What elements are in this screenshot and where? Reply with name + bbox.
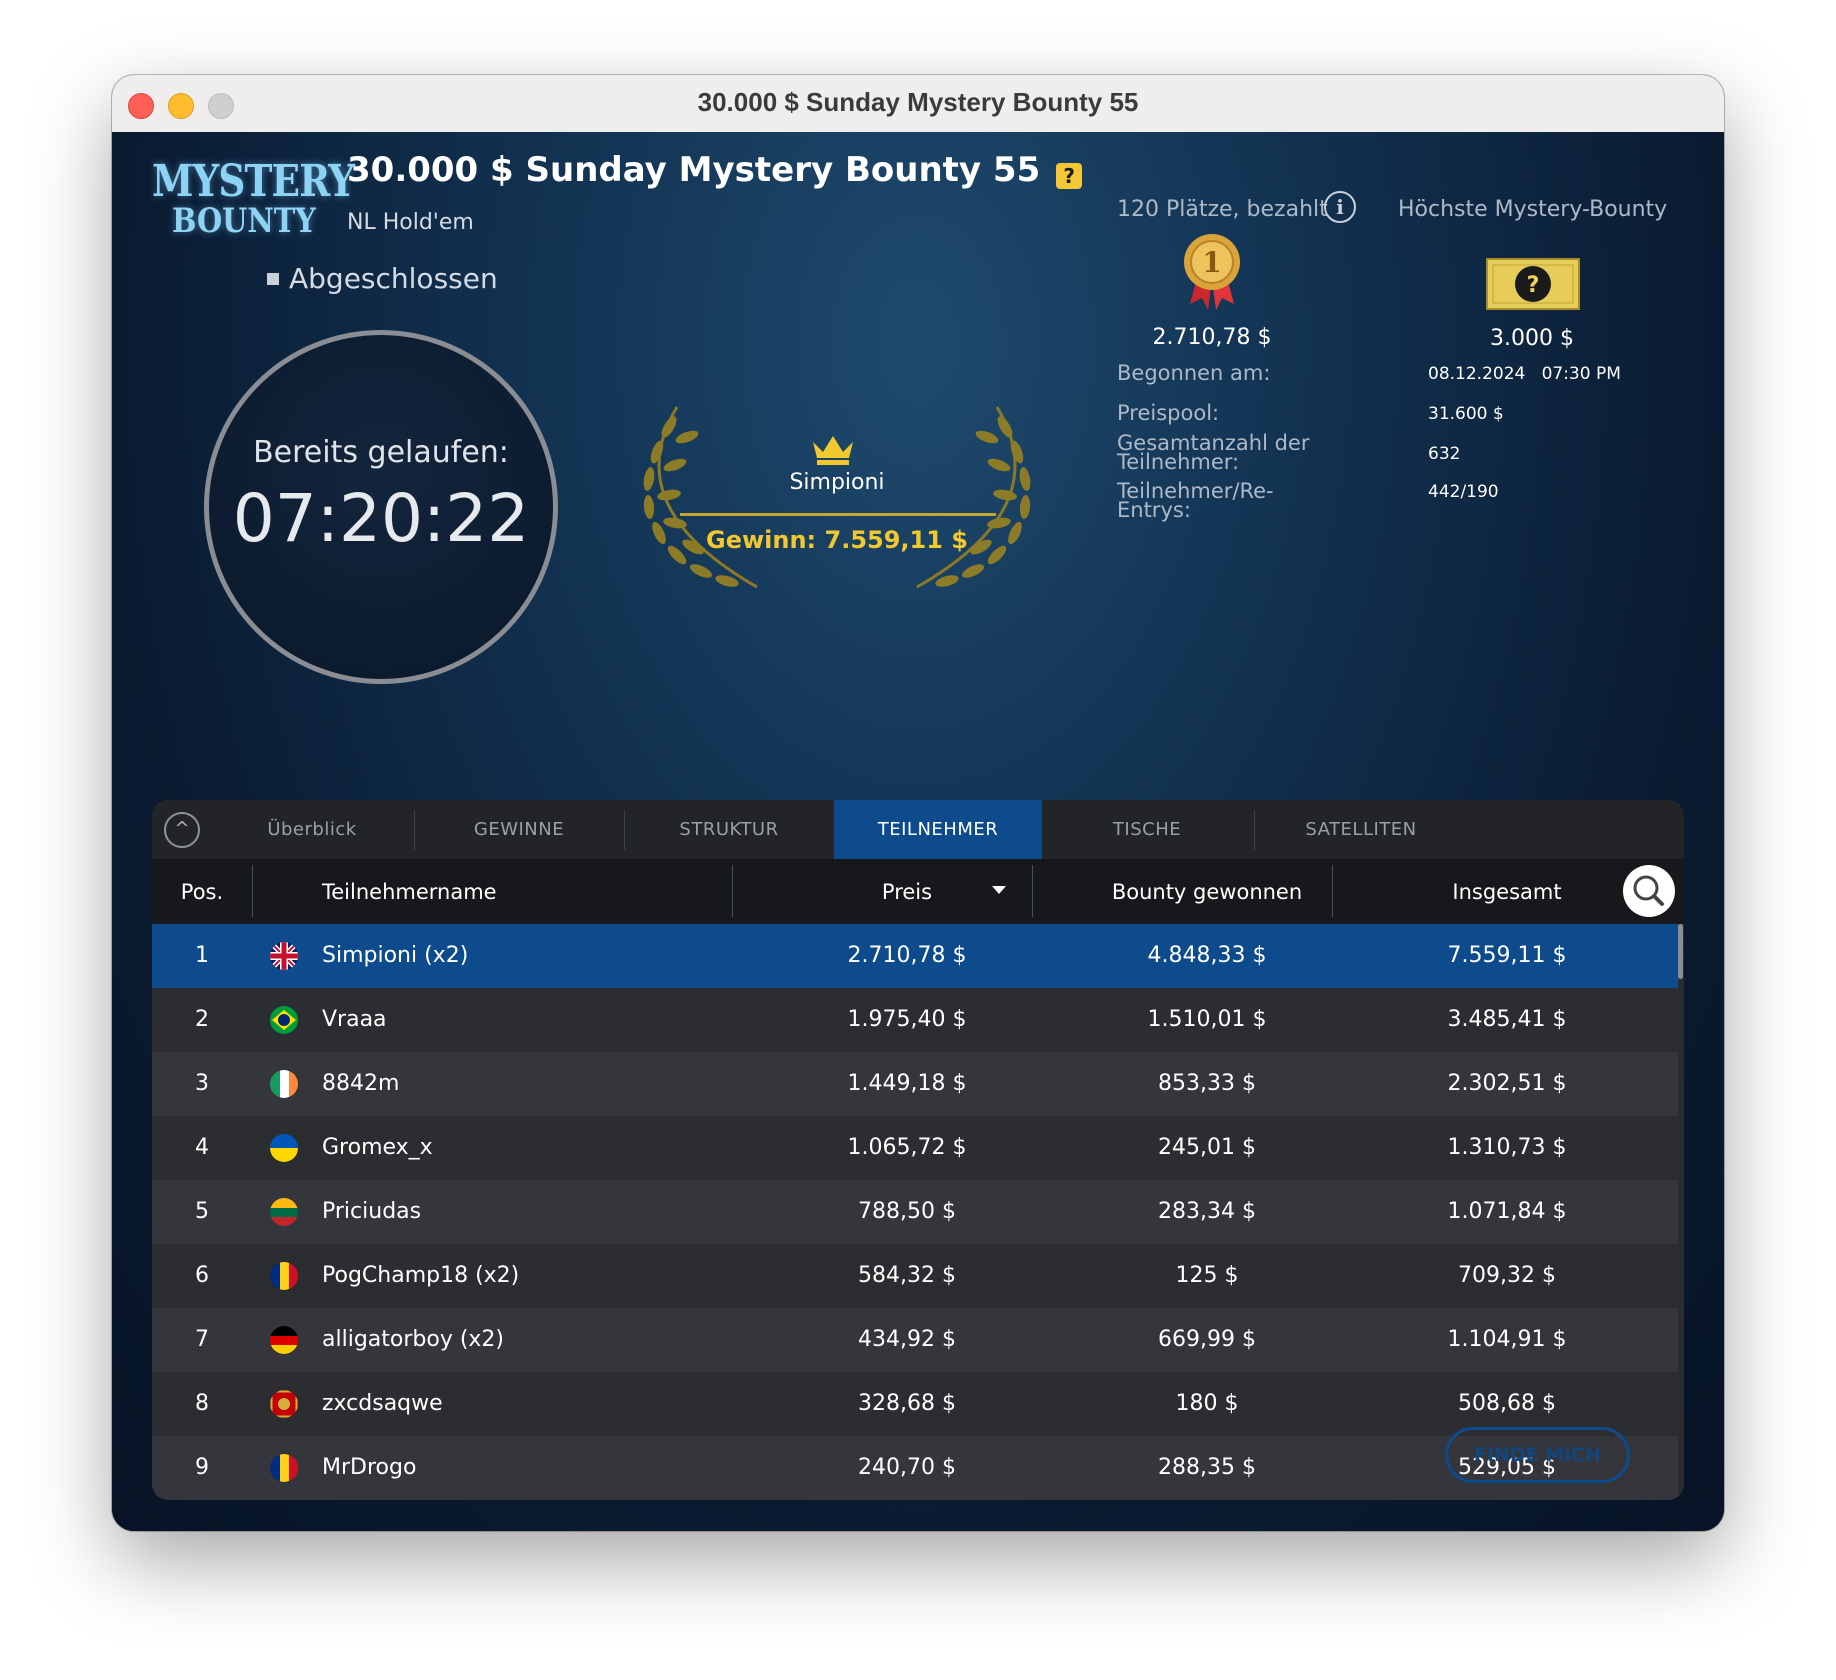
player-name: Simpioni (x2) [322,943,469,968]
player-name: Gromex_x [322,1135,433,1160]
table-row[interactable]: 2 Vraaa 1.975,40 $ 1.510,01 $ 3.485,41 $ [152,988,1678,1052]
window-title: 30.000 $ Sunday Mystery Bounty 55 [697,87,1139,117]
tournament-title: 30.000 $ Sunday Mystery Bounty 55? [347,150,1083,190]
gb-flag-icon [270,942,298,970]
question-icon[interactable]: ? [1056,163,1083,189]
table-scrollbar[interactable] [1678,924,1683,979]
ro-flag-icon [270,1454,298,1482]
laurel-wreath-icon [643,406,1031,589]
tournament-status: Abgeschlossen [267,262,498,295]
winner-name: Simpioni [789,470,885,495]
de-flag-icon [270,1326,298,1354]
gold-medal-icon: 1 [1184,234,1240,310]
crown-icon [813,436,853,465]
winner-prize: Gewinn: 7.559,11 $ [706,526,968,554]
tab-structure[interactable]: STRUKTUR [626,800,832,859]
col-pos[interactable]: Pos. [152,859,252,924]
player-name: alligatorboy (x2) [322,1327,505,1352]
col-preis[interactable]: Preis [752,859,1062,924]
started-date: 08.12.2024 07:30 PM [1428,364,1621,384]
tab-tables[interactable]: TISCHE [1042,800,1252,859]
tab-bar: ^ Überblick GEWINNE STRUKTUR TEILNEHMER … [152,800,1684,859]
find-me-button[interactable]: FINDE MICH [1445,1427,1630,1483]
table-row[interactable]: 6 PogChamp18 (x2) 584,32 $ 125 $ 709,32 … [152,1244,1678,1308]
tournament-lobby: MYSTERY BOUNTY 30.000 $ Sunday Mystery B… [112,132,1724,1531]
search-icon [1633,875,1664,906]
entries-label: Teilnehmer/Re-Entrys: [1117,479,1274,522]
svg-text:?: ? [1527,273,1540,298]
collapse-chevron-up-icon[interactable]: ^ [164,812,200,848]
total-entrants-label: Gesamtanzahl der Teilnehmer: [1117,431,1310,474]
player-name: Vraaa [322,1007,387,1032]
info-icon[interactable]: i [1324,191,1356,223]
entries-value: 442/190 [1428,482,1499,502]
sort-descending-icon[interactable] [992,886,1006,894]
br-flag-icon [270,1006,298,1034]
game-type: NL Hold'em [347,210,474,235]
stop-icon [267,273,279,285]
ro-flag-icon [270,1262,298,1290]
title-bar: 30.000 $ Sunday Mystery Bounty 55 [112,75,1724,133]
winner-divider [680,513,996,516]
table-row[interactable]: 3 8842m 1.449,18 $ 853,33 $ 2.302,51 $ [152,1052,1678,1116]
mystery-bounty-logo: MYSTERY BOUNTY [152,156,355,241]
highest-bounty-value: 3.000 $ [1490,326,1574,351]
ua-flag-icon [270,1134,298,1162]
tournament-info-panel: ^ Überblick GEWINNE STRUKTUR TEILNEHMER … [152,800,1684,1500]
total-entrants-value: 632 [1428,444,1461,464]
table-row[interactable]: 1 Simpioni (x2) 2.710,78 $ 4.848,33 $ 7.… [152,924,1678,988]
table-row[interactable]: 8 zxcdsaqwe 328,68 $ 180 $ 508,68 $ [152,1372,1678,1436]
ie-flag-icon [270,1070,298,1098]
tab-prizes[interactable]: GEWINNE [416,800,622,859]
col-bounty[interactable]: Bounty gewonnen [1102,859,1312,924]
table-row[interactable]: 5 Priciudas 788,50 $ 283,34 $ 1.071,84 $ [152,1180,1678,1244]
player-name: MrDrogo [322,1455,417,1480]
table-row[interactable]: 4 Gromex_x 1.065,72 $ 245,01 $ 1.310,73 … [152,1116,1678,1180]
prizepool-value: 31.600 $ [1428,404,1504,424]
mystery-bounty-ticket-icon: ? [1486,258,1580,310]
me-flag-icon [270,1390,298,1418]
col-total[interactable]: Insgesamt [1352,859,1662,924]
table-row[interactable]: 7 alligatorboy (x2) 434,92 $ 669,99 $ 1.… [152,1308,1678,1372]
elapsed-time: 07:20:22 [232,480,530,557]
started-label: Begonnen am: [1117,361,1271,385]
tab-players[interactable]: TEILNEHMER [834,800,1042,859]
col-name[interactable]: Teilnehmername [322,859,497,924]
prizepool-label: Preispool: [1117,401,1220,425]
elapsed-time-clock: Bereits gelaufen: 07:20:22 [204,330,558,684]
player-name: Priciudas [322,1199,422,1224]
player-name: PogChamp18 (x2) [322,1263,520,1288]
tab-overview[interactable]: Überblick [212,800,412,859]
elapsed-label: Bereits gelaufen: [253,435,509,470]
search-button[interactable] [1623,865,1675,917]
app-window: 30.000 $ Sunday Mystery Bounty 55 MYSTER… [112,75,1724,1531]
player-name: 8842m [322,1071,400,1096]
paid-places: 120 Plätze, bezahlt [1117,197,1328,222]
tab-satellites[interactable]: SATELLITEN [1256,800,1466,859]
highest-bounty-label: Höchste Mystery-Bounty [1398,197,1668,222]
table-header: Pos. Teilnehmername Preis Bounty gewonne… [152,859,1684,924]
first-place-prize: 2.710,78 $ [1152,325,1272,350]
svg-text:1: 1 [1202,246,1221,279]
lt-flag-icon [270,1198,298,1226]
player-name: zxcdsaqwe [322,1391,443,1416]
